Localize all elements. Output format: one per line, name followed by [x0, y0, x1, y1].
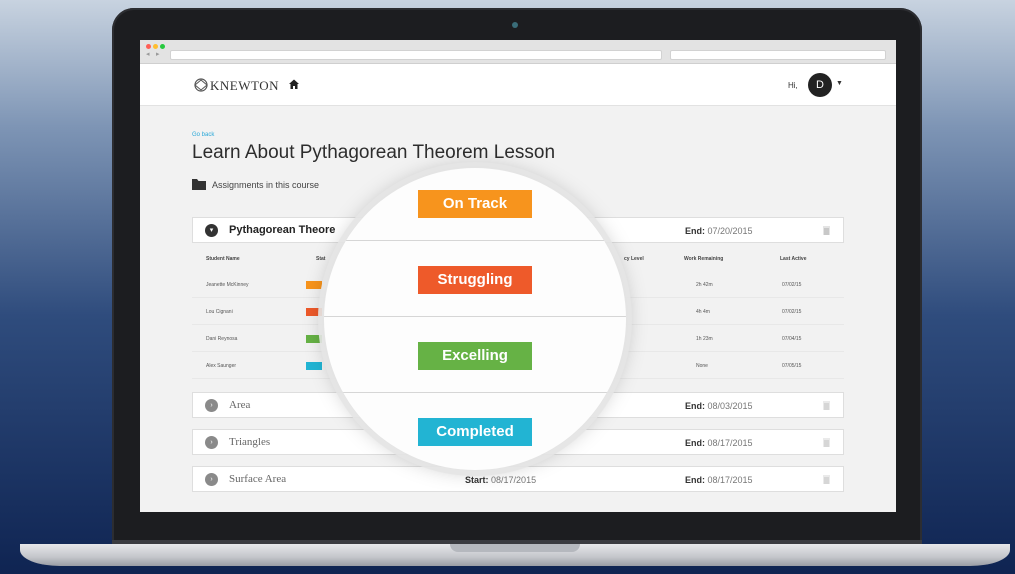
end-label: End:	[685, 226, 705, 236]
page-title: Learn About Pythagorean Theorem Lesson	[192, 142, 556, 163]
last-active: 07/02/15	[782, 309, 802, 315]
end-label: End:	[685, 438, 705, 448]
divider	[324, 392, 626, 393]
assignment-end: End: 08/17/2015	[685, 438, 753, 448]
assignment-title: Area	[229, 399, 251, 411]
column-header-remaining[interactable]: Work Remaining	[684, 256, 723, 262]
column-header-status[interactable]: Stat	[316, 256, 325, 262]
avatar[interactable]: D	[808, 73, 832, 97]
last-active: 07/05/15	[782, 363, 802, 369]
trash-icon[interactable]	[823, 401, 830, 410]
trash-icon[interactable]	[823, 226, 830, 235]
divider	[324, 316, 626, 317]
end-date: 08/03/2015	[707, 401, 753, 411]
divider	[324, 240, 626, 241]
end-label: End:	[685, 475, 705, 485]
maximize-window-icon[interactable]	[160, 44, 165, 49]
status-chip	[306, 362, 322, 370]
knewton-logo-icon	[194, 78, 208, 92]
app-header: KNEWTON Hi, D ▼	[140, 64, 896, 106]
browser-search-bar[interactable]	[670, 50, 886, 60]
end-date: 07/20/2015	[707, 226, 753, 236]
home-icon[interactable]	[288, 78, 300, 90]
assignment-card[interactable]: › Surface Area Start: 08/17/2015 End: 08…	[192, 466, 844, 492]
end-label: End:	[685, 401, 705, 411]
status-badge-struggling: Struggling	[418, 266, 532, 294]
work-remaining: 1h 23m	[696, 336, 713, 342]
status-badge-completed: Completed	[418, 418, 532, 446]
assignment-title: Surface Area	[229, 473, 287, 485]
greeting: Hi,	[788, 81, 798, 90]
brand-name[interactable]: KNEWTON	[210, 78, 279, 94]
forward-arrow-icon[interactable]: ▸	[156, 51, 164, 59]
column-header-last-active[interactable]: Last Active	[780, 256, 807, 262]
assignment-start: Start: 08/17/2015	[465, 475, 536, 485]
end-date: 08/17/2015	[707, 438, 753, 448]
trash-icon[interactable]	[823, 438, 830, 447]
status-chip	[306, 281, 322, 289]
back-arrow-icon[interactable]: ◂	[146, 51, 154, 59]
status-chip	[306, 308, 322, 316]
work-remaining: 4h 4m	[696, 309, 710, 315]
trash-icon[interactable]	[823, 475, 830, 484]
start-label: Start:	[465, 475, 489, 485]
assignment-title: Pythagorean Theore	[229, 224, 336, 236]
student-name: Jeanette McKinney	[206, 282, 249, 288]
end-date: 08/17/2015	[707, 475, 753, 485]
chevron-right-icon[interactable]: ›	[205, 399, 218, 412]
chevron-down-icon[interactable]: ▾	[205, 224, 218, 237]
chevron-right-icon[interactable]: ›	[205, 473, 218, 486]
start-date: 08/17/2015	[491, 475, 537, 485]
chevron-down-icon[interactable]: ▼	[836, 80, 843, 87]
column-header-level[interactable]: cy Level	[624, 256, 644, 262]
status-chip	[306, 335, 322, 343]
column-header-student[interactable]: Student Name	[206, 256, 240, 262]
last-active: 07/04/15	[782, 336, 802, 342]
folder-icon	[192, 179, 206, 190]
student-name: Dani Reynosa	[206, 336, 238, 342]
back-link[interactable]: Go back	[192, 132, 214, 138]
chevron-right-icon[interactable]: ›	[205, 436, 218, 449]
assignments-label: Assignments in this course	[212, 180, 320, 190]
laptop-base	[20, 544, 1010, 566]
minimize-window-icon[interactable]	[153, 44, 158, 49]
status-badge-excelling: Excelling	[418, 342, 532, 370]
assignment-end: End: 07/20/2015	[685, 226, 753, 236]
work-remaining: None	[696, 363, 708, 369]
camera	[512, 22, 518, 28]
status-badge-on-track: On Track	[418, 190, 532, 218]
browser-toolbar: ◂ ▸	[140, 40, 896, 64]
assignment-title: Triangles	[229, 436, 271, 448]
student-name: Alex Saunger	[206, 363, 237, 369]
assignment-end: End: 08/17/2015	[685, 475, 753, 485]
assignment-end: End: 08/03/2015	[685, 401, 753, 411]
laptop-notch	[450, 544, 580, 552]
status-magnifier: On Track Struggling Excelling Completed	[324, 168, 626, 470]
work-remaining: 2h 42m	[696, 282, 713, 288]
address-bar[interactable]	[170, 50, 662, 60]
last-active: 07/02/15	[782, 282, 802, 288]
student-name: Lou Cignani	[206, 309, 233, 315]
close-window-icon[interactable]	[146, 44, 151, 49]
